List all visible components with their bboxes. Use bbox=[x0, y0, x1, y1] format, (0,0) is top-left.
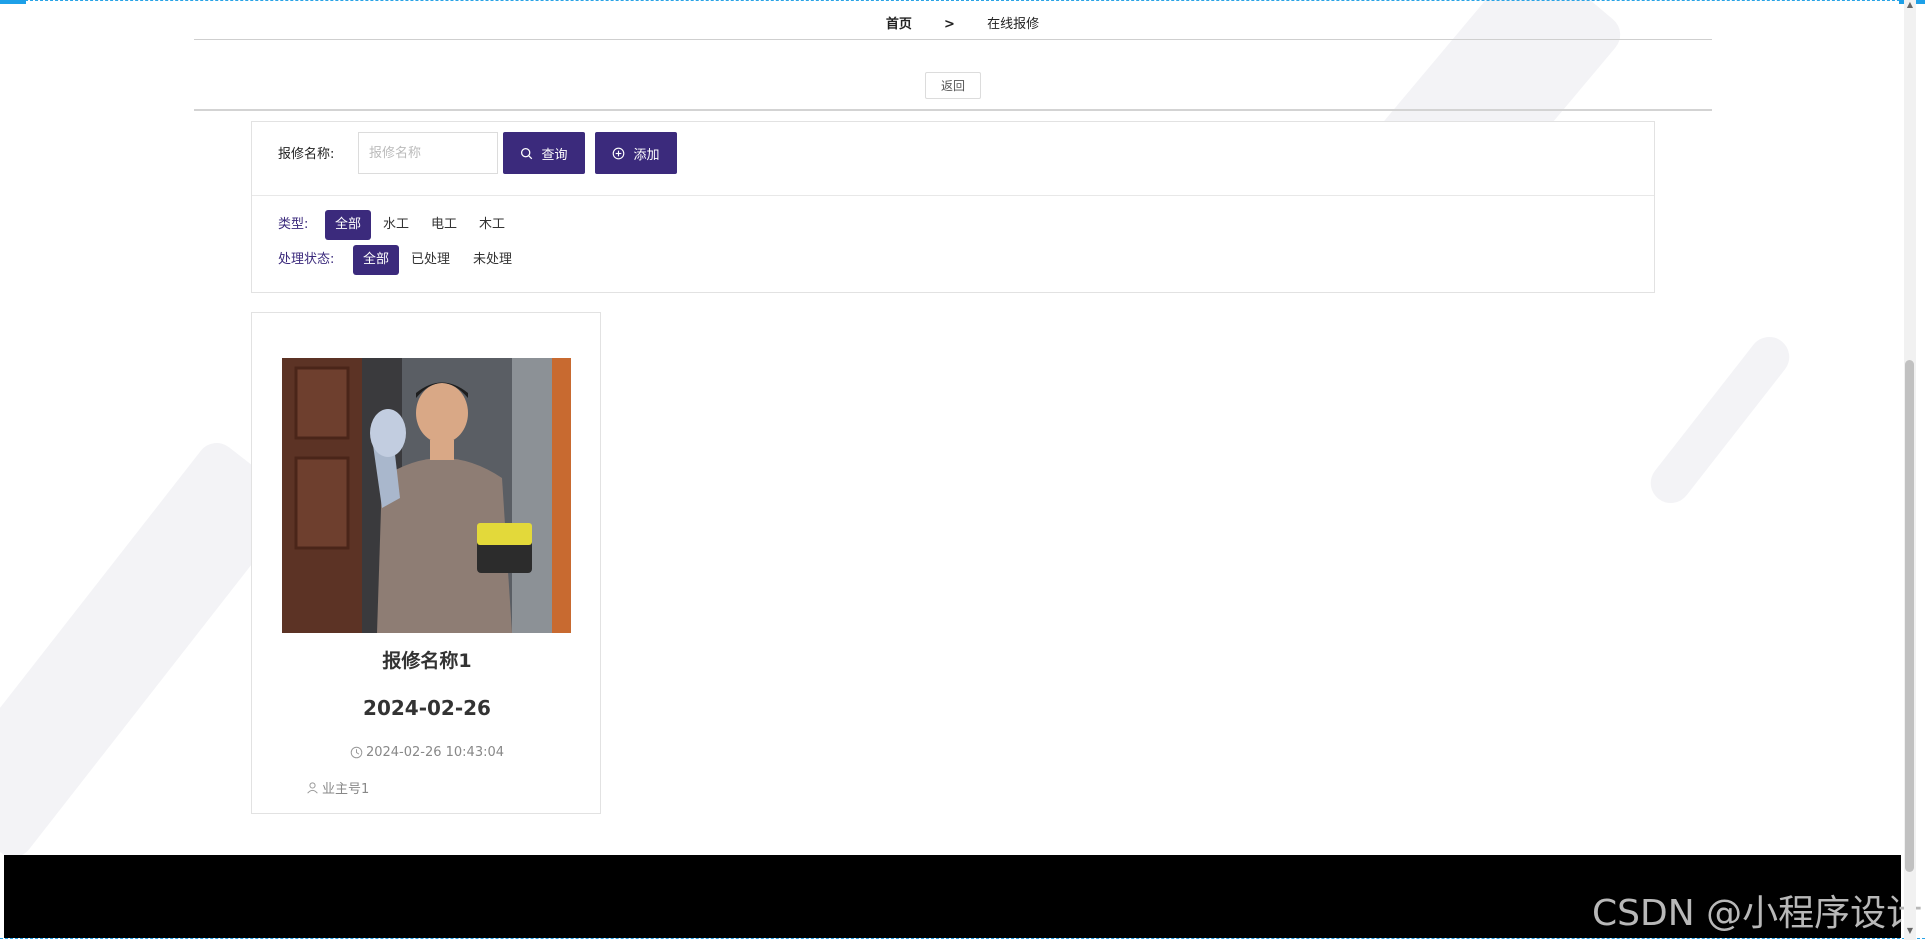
search-input[interactable] bbox=[358, 132, 498, 174]
background-decoration bbox=[1642, 328, 1798, 512]
scroll-down-arrow-icon[interactable]: ▼ bbox=[1904, 926, 1916, 935]
card-timestamp-text: 2024-02-26 10:43:04 bbox=[365, 745, 505, 760]
type-filter-label: 类型: bbox=[278, 217, 309, 232]
card-owner-text: 业主号1 bbox=[322, 782, 370, 797]
status-option-unprocessed[interactable]: 未处理 bbox=[463, 245, 522, 275]
back-button[interactable]: 返回 bbox=[925, 72, 981, 99]
status-filter-label: 处理状态: bbox=[278, 252, 335, 267]
breadcrumb: 首页 > 在线报修 bbox=[0, 13, 1925, 32]
search-label: 报修名称: bbox=[278, 147, 335, 162]
add-button[interactable]: 添加 bbox=[595, 132, 677, 174]
add-button-label: 添加 bbox=[633, 147, 660, 163]
breadcrumb-home-link[interactable]: 首页 bbox=[886, 17, 912, 32]
type-option-electrical[interactable]: 电工 bbox=[421, 210, 467, 240]
query-button[interactable]: 查询 bbox=[503, 132, 585, 174]
card-owner: 业主号1 bbox=[306, 778, 369, 797]
top-accent-left bbox=[0, 0, 26, 4]
divider bbox=[194, 109, 1712, 111]
plus-circle-icon bbox=[613, 147, 625, 159]
card-date: 2024-02-26 bbox=[363, 696, 491, 720]
search-icon bbox=[521, 147, 533, 159]
repair-photo bbox=[282, 358, 571, 633]
type-option-plumbing[interactable]: 水工 bbox=[373, 210, 419, 240]
breadcrumb-separator: > bbox=[944, 17, 955, 32]
type-option-all[interactable]: 全部 bbox=[325, 210, 372, 240]
breadcrumb-current: 在线报修 bbox=[987, 17, 1040, 32]
scrollbar-thumb[interactable] bbox=[1905, 360, 1914, 872]
query-button-label: 查询 bbox=[541, 147, 568, 163]
watermark-text: CSDN @小程序设计 bbox=[1592, 893, 1923, 934]
user-icon bbox=[307, 782, 318, 794]
top-border-line bbox=[0, 0, 1925, 1]
status-option-processed[interactable]: 已处理 bbox=[401, 245, 460, 275]
card-timestamp: 2024-02-26 10:43:04 bbox=[252, 745, 602, 760]
status-option-all[interactable]: 全部 bbox=[353, 245, 400, 275]
repair-card[interactable]: 报修名称1 2024-02-26 2024-02-26 10:43:04 业主号… bbox=[251, 312, 601, 814]
divider bbox=[252, 195, 1654, 196]
clock-icon bbox=[350, 746, 363, 759]
card-title: 报修名称1 bbox=[382, 650, 472, 672]
type-option-carpentry[interactable]: 木工 bbox=[469, 210, 515, 240]
filter-panel: 报修名称: 查询 添加 类型: 全部 水工 电工 木工 处理状态: 全部 已处理… bbox=[251, 121, 1655, 293]
scroll-up-arrow-icon[interactable]: ▲ bbox=[1904, 0, 1916, 9]
divider bbox=[194, 39, 1712, 40]
bottom-border-line bbox=[0, 938, 1925, 939]
